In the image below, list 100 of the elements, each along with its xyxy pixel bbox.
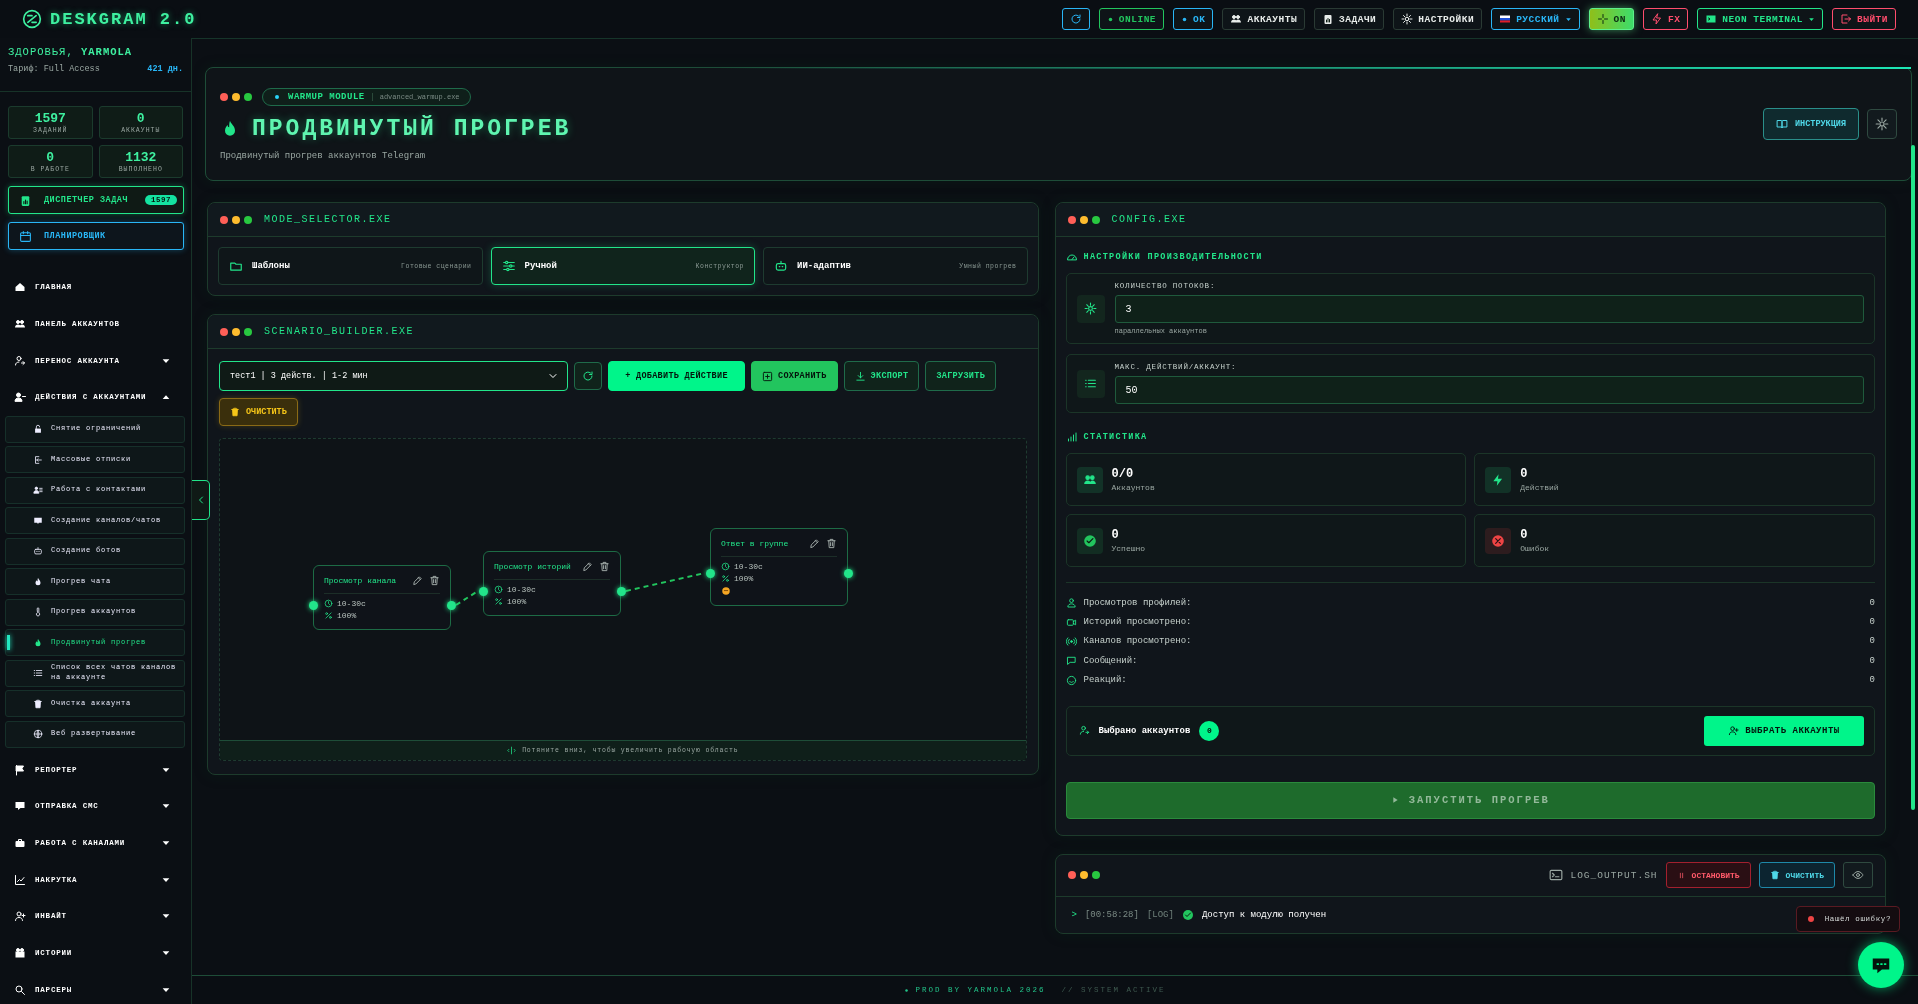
save-button[interactable]: СОХРАНИТЬ bbox=[751, 361, 838, 391]
exit-icon bbox=[33, 454, 43, 465]
tariff-label: Тариф: Full Access bbox=[8, 64, 100, 74]
node-title: Просмотр канала bbox=[324, 576, 397, 585]
briefcase-icon bbox=[14, 836, 26, 849]
toolbar-button[interactable]: ЗАДАЧИ bbox=[1314, 8, 1385, 30]
connection-port[interactable] bbox=[446, 600, 456, 610]
user-greeting: ЗДОРОВЬЯ, YARMOLA bbox=[8, 46, 134, 58]
connection-port[interactable] bbox=[308, 600, 318, 610]
folder-icon bbox=[229, 259, 243, 273]
node-delay: 10-30с bbox=[734, 562, 763, 571]
chat-icon bbox=[14, 800, 26, 813]
stat-value: 1132 bbox=[125, 150, 157, 164]
delete-icon[interactable] bbox=[826, 538, 837, 549]
node-chance: 100% bbox=[734, 574, 754, 583]
connection-port[interactable] bbox=[843, 568, 853, 578]
select-accounts-button[interactable]: ВЫБРАТЬ АККАУНТЫ bbox=[1704, 715, 1864, 746]
edit-icon[interactable] bbox=[582, 561, 593, 572]
window-controls-icon bbox=[1067, 215, 1100, 224]
scheduler-button[interactable]: ПЛАНИРОВЩИК bbox=[8, 222, 184, 250]
page-subtitle: Продвинутый прогрев аккаунтов Telegram bbox=[220, 150, 427, 161]
edit-icon[interactable] bbox=[412, 575, 423, 586]
stat-value: 0/0 bbox=[1111, 467, 1135, 481]
sparkle-icon bbox=[1596, 13, 1609, 25]
export-button[interactable]: ЭКСПОРТ bbox=[843, 361, 920, 391]
add-action-button[interactable]: + ДОБАВИТЬ ДЕЙСТВИЕ bbox=[608, 361, 745, 391]
toolbar-button[interactable]: FX bbox=[1642, 8, 1689, 30]
refresh-icon bbox=[582, 370, 594, 382]
window-controls-icon bbox=[220, 92, 252, 101]
delete-icon[interactable] bbox=[599, 561, 610, 572]
counter-label: Историй просмотрено: bbox=[1083, 617, 1192, 628]
resize-icon bbox=[507, 746, 517, 755]
node-delay: 10-30с bbox=[507, 585, 536, 594]
connection-port[interactable] bbox=[616, 586, 626, 596]
window-controls-icon bbox=[220, 215, 252, 224]
status-dot-icon bbox=[1181, 15, 1189, 23]
stop-button[interactable]: ОСТАНОВИТЬ bbox=[1665, 862, 1751, 889]
clock-icon bbox=[494, 585, 503, 594]
toolbar-button[interactable]: АККАУНТЫ bbox=[1222, 8, 1306, 30]
section-title: СТАТИСТИКА bbox=[1083, 432, 1148, 442]
counter-value: 0 bbox=[1869, 655, 1875, 666]
log-time: [00:58:28] bbox=[1084, 909, 1139, 920]
book-icon bbox=[1776, 118, 1788, 130]
flow-node[interactable]: Просмотр канала 10-30с 100% bbox=[313, 565, 451, 630]
refresh-button[interactable] bbox=[1061, 8, 1090, 30]
scrollbar-thumb[interactable] bbox=[1911, 145, 1915, 810]
chat-button[interactable] bbox=[1858, 942, 1904, 988]
delete-icon[interactable] bbox=[429, 575, 440, 586]
clear-button[interactable]: ОЧИСТИТЬ bbox=[219, 398, 298, 426]
settings-icon bbox=[1875, 117, 1889, 131]
list-icon bbox=[1084, 377, 1097, 390]
settings-button[interactable] bbox=[1867, 109, 1897, 139]
clipboard-icon bbox=[1322, 13, 1335, 25]
clear-log-button[interactable]: ОЧИСТИТЬ bbox=[1758, 862, 1835, 889]
dot-icon bbox=[904, 987, 910, 993]
percent-icon bbox=[324, 611, 333, 620]
caret-icon bbox=[1808, 15, 1815, 23]
person-icon bbox=[1065, 597, 1077, 609]
line-chart-icon bbox=[14, 873, 26, 886]
percent-icon bbox=[721, 574, 730, 583]
load-button[interactable]: ЗАГРУЗИТЬ bbox=[925, 361, 997, 391]
stat-label: Успешно bbox=[1111, 544, 1146, 553]
dropdown-button[interactable]: NEON TERMINAL bbox=[1697, 8, 1823, 30]
speedometer-icon bbox=[1065, 251, 1078, 263]
stat-value: 0 bbox=[136, 111, 145, 125]
counter-label: Реакций: bbox=[1083, 675, 1127, 686]
connection-port[interactable] bbox=[705, 568, 715, 578]
lock-icon bbox=[33, 424, 43, 435]
gear-icon bbox=[1084, 302, 1097, 315]
stat-label: Действий bbox=[1520, 483, 1559, 492]
visibility-button[interactable] bbox=[1843, 862, 1873, 889]
counter-label: Каналов просмотрено: bbox=[1083, 636, 1192, 647]
stat-value: 0 bbox=[1520, 528, 1529, 542]
flow-node[interactable]: Просмотр историй 10-30с 100% bbox=[483, 551, 621, 616]
window-title: MODE_SELECTOR.EXE bbox=[264, 214, 392, 225]
log-message: Доступ к модулю получен bbox=[1201, 909, 1327, 920]
instructions-button[interactable]: ИНСТРУКЦИЯ bbox=[1763, 108, 1859, 140]
home-icon bbox=[14, 281, 26, 294]
dropdown-button[interactable]: РУССКИЙ bbox=[1491, 8, 1580, 30]
connector-line bbox=[455, 590, 479, 606]
status-dot-icon bbox=[1106, 15, 1114, 23]
stat-value: 1597 bbox=[34, 111, 66, 125]
scenario-select[interactable]: тест1 | 3 действ. | 1-2 мин bbox=[219, 361, 568, 391]
toggle-button[interactable]: ON bbox=[1588, 8, 1634, 30]
caret-icon bbox=[1564, 15, 1572, 23]
number-field[interactable]: 3 bbox=[1114, 295, 1864, 323]
toolbar-button[interactable]: ВЫЙТИ bbox=[1832, 8, 1896, 30]
number-field[interactable]: 50 bbox=[1114, 376, 1864, 404]
connection-port[interactable] bbox=[478, 586, 488, 596]
bar-chart-icon bbox=[1065, 431, 1078, 443]
toolbar-button[interactable]: НАСТРОЙКИ bbox=[1393, 8, 1483, 30]
calendar-icon bbox=[19, 229, 32, 243]
status-badge: OK bbox=[1173, 8, 1214, 30]
contacts-icon bbox=[33, 485, 43, 496]
sidebar-toggle[interactable] bbox=[192, 480, 210, 520]
save-icon bbox=[762, 370, 773, 382]
refresh-button[interactable] bbox=[574, 362, 602, 390]
flame-icon bbox=[33, 637, 43, 648]
flow-node[interactable]: Ответ в группе 10-30с 100% bbox=[710, 528, 848, 606]
edit-icon[interactable] bbox=[809, 538, 820, 549]
